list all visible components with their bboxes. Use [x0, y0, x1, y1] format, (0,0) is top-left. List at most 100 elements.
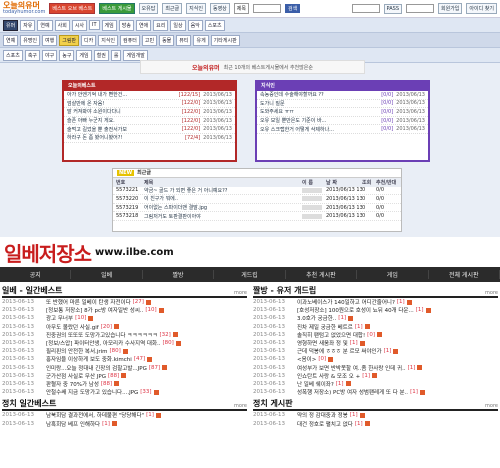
ilbe-nav-item-6[interactable]: 전체 게시판 — [429, 270, 500, 279]
list-item[interactable]: 2013-06-13 난 일베 쉐이좌? [1] — [253, 380, 498, 388]
list-item[interactable]: 2013-06-13 아무도 몰랐던 사실.gif [20] — [2, 323, 247, 331]
knowledge-row-title[interactable]: 속농증인데 수술해야할까요 ?? — [260, 91, 378, 98]
menu-item-menu-row2-0[interactable]: 연예 — [3, 34, 19, 46]
more-link[interactable]: more — [234, 290, 247, 296]
menu-item-menu-row3-0[interactable]: 스포츠 — [3, 49, 23, 61]
menu-item-menu-row1-6[interactable]: 게임 — [101, 19, 117, 31]
best-row[interactable]: 엄살만에 온 자음! [122/0] 2013/06/13 — [64, 100, 235, 109]
list-item[interactable]: 2013-06-13 영형하면 새움좌 정 및 [1] — [253, 339, 498, 347]
find-id-link[interactable]: 아이디 찾기 — [466, 3, 497, 14]
list-item[interactable]: 2013-06-13 3.0호가 궁금한.. [1] — [253, 314, 498, 322]
menu-item-menu-row3-6[interactable]: 롤 — [110, 49, 122, 61]
menu-item-menu-row1-7[interactable]: 방송 — [118, 19, 134, 31]
list-item[interactable]: 2013-06-13 인쇼탄트 사랑 & 모조 오 + [1] — [253, 372, 498, 380]
list-item[interactable]: 2013-06-13 홍자임을 이상하게 보도 중화.kimchi [47] — [2, 355, 247, 363]
list-item[interactable]: 2013-06-13 [정보/스압] 파이터안생, 아모리카 수사지역 대화..[… — [2, 339, 247, 347]
item-title[interactable]: 홍자임을 이상하게 보도 중화.kimchi — [46, 355, 132, 363]
menu-item-menu-row2-2[interactable]: 여행 — [42, 34, 58, 46]
recent-row[interactable]: 5573219 어이없는 스파이더맨 결말.jpg 2013/06/13 13:37… — [113, 204, 401, 213]
menu-item-menu-row3-1[interactable]: 축구 — [24, 49, 41, 61]
menu-item-menu-row1-8[interactable]: 연애 — [135, 19, 152, 31]
best-banner[interactable]: 오늘의유머 최근 10개의 베스트게시물에서 추천많은순 — [140, 60, 365, 74]
recent-row-title[interactable]: 약금~ 골드 가 되면 좋은 거 아니예요?? — [144, 187, 302, 194]
list-item[interactable]: 2013-06-13 <음이> [0] — [253, 355, 498, 363]
list-item[interactable]: 2013-06-13 대건 정호로 펼치고 없다 [1] — [253, 419, 498, 428]
recent-row-title[interactable]: 어이없는 스파이더맨 결말.jpg — [144, 204, 302, 211]
recent-row[interactable]: 5573220 이 친구가 뭐에.. 2013/06/13 13:38:070 0/0 — [113, 195, 401, 204]
best-row-title[interactable]: 술먹고 길었을 뿐 출전서가보 — [67, 126, 179, 133]
menu-item-menu-row2-4[interactable]: 디카 — [81, 34, 97, 46]
recent-row-title[interactable]: 이 친구가 뭐에.. — [144, 195, 302, 202]
item-title[interactable]: [정보/스압] 파이터안생, 아모리카 수사지역 대화.. — [46, 339, 161, 347]
item-title[interactable]: 군가산점 사실로 무산 JPG — [46, 372, 106, 380]
list-item[interactable]: 2013-06-13 진차 제일 궁금한 베트르 [1] — [253, 323, 498, 331]
knowledge-row-title[interactable]: 오유 모일 뿐만은도 기준이 바... — [260, 117, 378, 124]
list-item[interactable]: 2013-06-13 인미랑...오늘 정대내 긴장의 검찰고발...JPG [87… — [2, 364, 247, 372]
list-item[interactable]: 2013-06-13 남혹회담 베프 인해하다 [1] — [2, 419, 247, 428]
ilbe-nav-item-4[interactable]: 추천 게시판 — [286, 270, 358, 279]
menu-item-menu-row3-5[interactable]: 철권 — [93, 49, 109, 61]
ilbe-nav-item-2[interactable]: 짤방 — [143, 270, 215, 279]
list-item[interactable]: 2013-06-13 솔직히 팬텀고 없었으면 대합! [0] — [253, 331, 498, 339]
menu-item-menu-row2-5[interactable]: 지식인 — [98, 34, 119, 46]
menu-item-menu-row1-5[interactable]: IT — [89, 20, 100, 30]
id-input[interactable] — [351, 4, 380, 13]
best-row-title[interactable]: 하라구 돈 좀 봤어니봤어?! — [67, 134, 182, 141]
list-item[interactable]: 2013-06-13 약의 정 감대중과 정봉 [1] — [253, 411, 498, 419]
recent-row-title[interactable]: 그림저거도 토판결판이아야 — [144, 213, 302, 220]
knowledge-row[interactable]: 도와주세요 ㅠㅠ [0/0] 2013/06/13 — [257, 108, 428, 117]
list-item[interactable]: 2013-06-13 광고 무너부 [10] — [2, 314, 247, 322]
knowledge-row[interactable]: 오유 모일 뿐만은도 기준이 바... [0/0] 2013/06/13 — [257, 117, 428, 126]
best-row[interactable]: 하라구 돈 좀 봤어니봤어?! [72/4] 2013/06/13 — [64, 134, 235, 143]
menu-item-menu-row3-7[interactable]: 게임개발 — [123, 49, 148, 61]
list-item[interactable]: 2013-06-13 근데 덕봉에 ㅎㅎㅎ 분 르모 써야인가 [1] — [253, 347, 498, 355]
list-item[interactable]: 2013-06-13 군가산점 사실로 무산 JPG [88] — [2, 372, 247, 380]
menu-item-menu-row1-4[interactable]: 시사 — [71, 19, 88, 31]
item-title[interactable]: 3.0호가 궁금한.. — [297, 314, 336, 322]
menu-item-menu-row1-2[interactable]: 연예 — [37, 19, 53, 31]
best-of-best-button[interactable]: 베스트 오브 베스트 — [49, 3, 96, 14]
list-item[interactable]: 2013-06-13 성폭행 저장소) PC방 여자 성범팬레게 또 다 분..[… — [253, 388, 498, 396]
ilbe-logo[interactable]: 일베저장소 www.ilbe.com — [0, 237, 500, 267]
ilbe-nav-item-1[interactable]: 일베 — [71, 270, 143, 279]
list-item[interactable]: 2013-06-13 판혈자 중 70%가 남성 [88] — [2, 380, 247, 388]
menu-item-menu-row2-3[interactable]: 그림판 — [59, 34, 80, 46]
item-title[interactable]: 인쇼탄트 사랑 & 모조 오 + — [297, 372, 360, 380]
list-item[interactable]: 2013-06-13 남북회담 결과전에서, 하데불편 "당당해다" [1] — [2, 411, 247, 419]
knowledge-row[interactable]: 속농증인데 수술해야할까요 ?? [0/0] 2013/06/13 — [257, 91, 428, 100]
menu-item-menu-row2-1[interactable]: 유명인 — [20, 34, 41, 46]
best-row-title[interactable]: 말 커져봐야 소원이다다니 — [67, 108, 179, 115]
list-item[interactable]: 2013-06-13 [호성저장소] 100원으로 호성이 뇨뒤 40개 다운..… — [253, 306, 498, 314]
recent-row[interactable]: 5573221 약금~ 골드 가 되면 좋은 거 아니예요?? 2013/06/13… — [113, 187, 401, 196]
list-item[interactable]: 2013-06-13 여성부가 보면 반박못할 여..좀 한사랑 인데 귀.. [1… — [253, 364, 498, 372]
knowledge-button[interactable]: 지식인 — [186, 3, 206, 14]
menu-item-menu-row1-9[interactable]: 요리 — [153, 19, 169, 31]
site-logo[interactable]: 오늘의유머 todayhumor.com — [3, 1, 45, 16]
menu-item-menu-row3-4[interactable]: 게임 — [76, 49, 92, 61]
best-row[interactable]: 말 커져봐야 소원이다다니 [122/0] 2013/06/13 — [64, 108, 235, 117]
video-button[interactable]: 동영상 — [209, 3, 230, 14]
item-title[interactable]: 성폭행 저장소) PC방 여자 성범팬레게 또 다 분.. — [297, 388, 408, 396]
item-title[interactable]: 난 일베 쉐이좌? — [297, 380, 334, 388]
list-item[interactable]: 2013-06-13 이과노베이스가 140일하고 어디간줄어니? [1] — [253, 298, 498, 306]
search-input[interactable] — [253, 4, 281, 13]
recent-button[interactable]: 최근글 — [162, 3, 183, 14]
item-title[interactable]: 솔직히 팬텀고 없었으면 대합! — [297, 331, 365, 339]
more-link[interactable]: more — [485, 290, 498, 296]
knowledge-row[interactable]: 도가니 질문 [0/0] 2013/06/13 — [257, 100, 428, 109]
menu-item-menu-row1-1[interactable]: 자유 — [20, 19, 36, 31]
item-title[interactable]: 이과노베이스가 140일하고 어디간줄어니? — [297, 298, 395, 306]
best-row-title[interactable]: 아가 안엔기억 내가 뻔한건... — [67, 91, 176, 98]
best-row[interactable]: 아가 안엔기억 내가 뻔한건... [122/15] 2013/06/13 — [64, 91, 235, 100]
ilbe-nav-item-5[interactable]: 게임 — [357, 270, 429, 279]
item-title[interactable]: 영형하면 새움좌 정 및 — [297, 339, 348, 347]
knowledge-row-title[interactable]: 오유 스크랩한거 어떻게 삭제하나... — [260, 126, 378, 133]
item-title[interactable]: [호성저장소] 100원으로 호성이 뇨뒤 40개 다운... — [297, 306, 414, 314]
password-input[interactable] — [406, 4, 434, 13]
item-title[interactable]: 아무도 몰랐던 사실.gif — [46, 323, 99, 331]
list-item[interactable]: 2013-06-13 또 반했어 마른 일베이 탄생 자전이다 [27] — [2, 298, 247, 306]
best-row-title[interactable]: 슬픈 아빠 누군지 게요. — [67, 117, 179, 124]
menu-item-menu-row1-0[interactable]: 유머 — [3, 19, 19, 31]
menu-item-menu-row3-3[interactable]: 농구 — [59, 49, 75, 61]
search-button[interactable]: 검색 — [285, 4, 301, 13]
